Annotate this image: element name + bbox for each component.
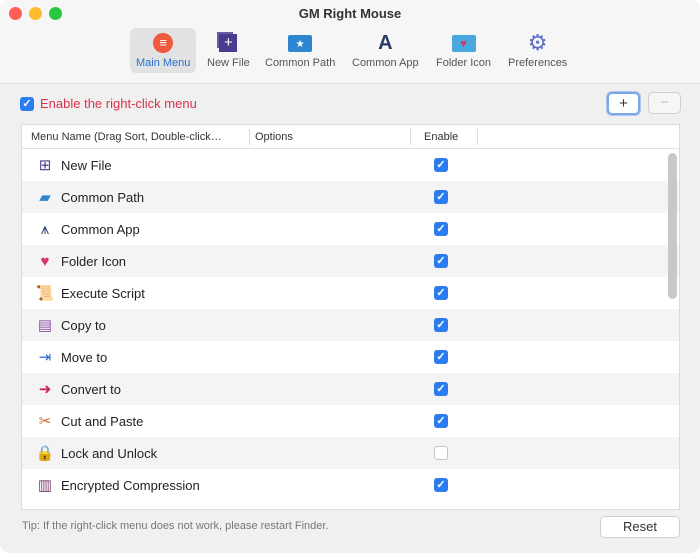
copy-icon: ▤	[37, 317, 53, 334]
menu-name: Lock and Unlock	[61, 445, 158, 461]
menu-name: Common App	[61, 221, 140, 237]
menu-name: Folder Icon	[61, 253, 127, 269]
add-button[interactable]: +	[607, 92, 640, 115]
column-header-options[interactable]: Options	[255, 131, 293, 143]
menu-name: Convert to	[61, 381, 121, 397]
tab-label: Common Path	[265, 57, 336, 69]
menu-name: Cut and Paste	[61, 413, 144, 429]
main-menu-icon: ≡	[151, 32, 175, 54]
table-body: ⊞ New File ✓ ▰ Common Path ✓ ⩚ Common App …	[22, 149, 679, 501]
folder-heart-icon: ♥	[40, 252, 50, 270]
scissors-icon: ✂	[38, 413, 52, 430]
table-row[interactable]: ⩚ Common App ✓	[22, 213, 679, 245]
archive-icon: ▥	[37, 477, 53, 494]
table-row[interactable]: ♥ Folder Icon ✓	[22, 245, 679, 277]
tab-new-file[interactable]: + New File	[201, 28, 256, 73]
remove-button[interactable]: −	[648, 92, 681, 114]
enable-checkbox[interactable]: ✓	[434, 222, 448, 236]
checkbox-icon: ✓	[20, 96, 34, 111]
column-header-name[interactable]: Menu Name (Drag Sort, Double-click…	[31, 131, 222, 143]
enable-right-click-checkbox[interactable]: ✓ Enable the right-click menu	[20, 96, 197, 111]
table-row[interactable]: ➜ Convert to ✓	[22, 373, 679, 405]
folder-star-icon: ▰	[39, 189, 51, 206]
enable-checkbox[interactable]: ✓	[434, 382, 448, 396]
enable-checkbox[interactable]: ✓	[434, 350, 448, 364]
table-row[interactable]: ▥ Encrypted Compression ✓	[22, 469, 679, 501]
menu-name: Move to	[61, 349, 108, 365]
column-header-enable[interactable]: Enable	[424, 131, 458, 143]
move-icon: ⇥	[38, 349, 52, 366]
tab-label: Folder Icon	[436, 57, 492, 69]
table-row[interactable]: ✂ Cut and Paste ✓	[22, 405, 679, 437]
enable-checkbox[interactable]: ✓	[434, 414, 448, 428]
menu-name: Encrypted Compression	[61, 477, 200, 493]
app-store-icon: ⩚	[40, 220, 50, 238]
table-row[interactable]: ▤ Copy to ✓	[22, 309, 679, 341]
tab-label: Common App	[352, 57, 419, 69]
titlebar: GM Right Mouse ≡ Main Menu + New File ★ …	[0, 0, 700, 84]
reset-button[interactable]: Reset	[600, 516, 680, 538]
new-file-icon: +	[216, 32, 240, 54]
tab-preferences[interactable]: ⚙ Preferences	[502, 28, 573, 73]
menu-table: Menu Name (Drag Sort, Double-click… Opti…	[21, 124, 680, 510]
tab-common-app[interactable]: A Common App	[346, 28, 425, 73]
enable-checkbox[interactable]: ✓	[434, 158, 448, 172]
tab-main-menu[interactable]: ≡ Main Menu	[130, 28, 197, 73]
enable-checkbox[interactable]: ✓	[434, 254, 448, 268]
script-icon: 📜	[35, 285, 55, 302]
lock-icon: 🔒	[35, 445, 55, 462]
common-app-icon: A	[378, 31, 393, 54]
app-window: GM Right Mouse ≡ Main Menu + New File ★ …	[0, 0, 700, 553]
menu-name: Common Path	[61, 189, 145, 205]
table-row[interactable]: 📜 Execute Script ✓	[22, 277, 679, 309]
enable-checkbox[interactable]: ✓	[434, 318, 448, 332]
enable-checkbox[interactable]: ✓	[434, 286, 448, 300]
scrollbar[interactable]	[668, 153, 677, 299]
convert-icon: ➜	[38, 381, 52, 398]
menu-name: Execute Script	[61, 285, 145, 301]
table-row[interactable]: ⇥ Move to ✓	[22, 341, 679, 373]
enable-checkbox[interactable]: ✓	[434, 478, 448, 492]
menu-name: Copy to	[61, 317, 106, 333]
new-file-icon: ⊞	[38, 157, 52, 174]
window-title: GM Right Mouse	[298, 6, 402, 21]
menu-name: New File	[61, 157, 112, 173]
folder-icon-icon: ♥	[451, 32, 476, 54]
tab-label: Main Menu	[136, 57, 191, 69]
enable-label: Enable the right-click menu	[40, 96, 197, 111]
tab-label: New File	[207, 57, 250, 69]
gear-icon: ⚙	[527, 30, 548, 55]
table-header: Menu Name (Drag Sort, Double-click… Opti…	[22, 125, 679, 149]
tab-label: Preferences	[508, 57, 568, 69]
table-row[interactable]: ▰ Common Path ✓	[22, 181, 679, 213]
enable-checkbox[interactable]: ✓	[434, 190, 448, 204]
enable-checkbox[interactable]: ✓	[434, 446, 448, 460]
table-row[interactable]: ⊞ New File ✓	[22, 149, 679, 181]
table-row[interactable]: 🔒 Lock and Unlock ✓	[22, 437, 679, 469]
common-path-icon: ★	[288, 32, 313, 54]
tab-common-path[interactable]: ★ Common Path	[259, 28, 341, 73]
tip-text: Tip: If the right-click menu does not wo…	[22, 520, 329, 532]
tab-folder-icon[interactable]: ♥ Folder Icon	[430, 28, 497, 73]
